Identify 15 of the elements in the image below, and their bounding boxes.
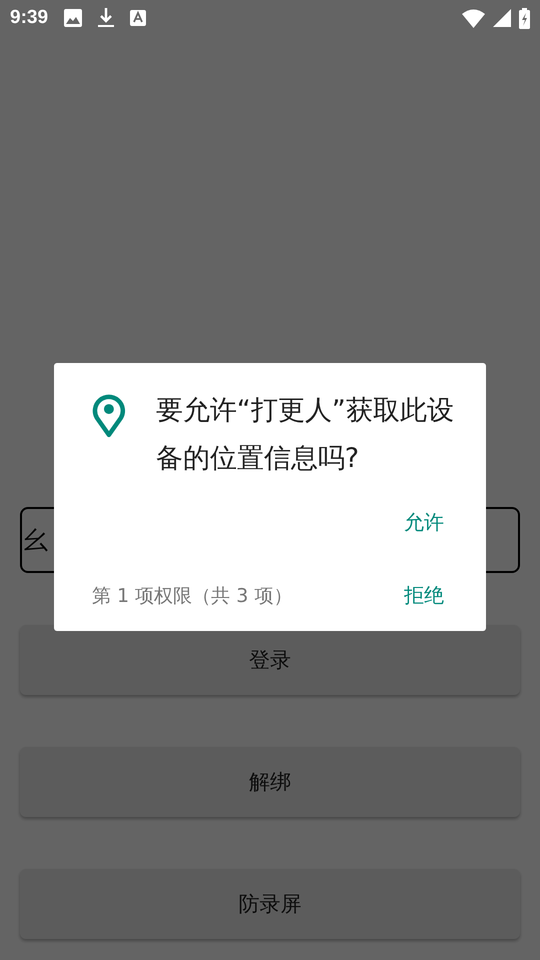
- status-time: 9:39: [10, 7, 48, 29]
- image-icon: [64, 9, 82, 27]
- battery-icon: [519, 8, 530, 28]
- action-button[interactable]: 防录屏: [20, 869, 520, 939]
- location-pin-icon: [92, 393, 126, 438]
- allow-button[interactable]: 允许: [394, 505, 454, 540]
- dialog-message: 要允许“打更人”获取此设备的位置信息吗?: [156, 394, 454, 476]
- download-icon: [98, 8, 114, 28]
- signal-icon: [493, 9, 511, 27]
- action-button[interactable]: 登录: [20, 625, 520, 695]
- deny-button[interactable]: 拒绝: [394, 578, 454, 613]
- font-icon: [130, 10, 146, 26]
- wifi-icon: [462, 8, 485, 28]
- permission-counter: 第 1 项权限（共 3 项）: [92, 584, 292, 608]
- action-button[interactable]: 解绑: [20, 747, 520, 817]
